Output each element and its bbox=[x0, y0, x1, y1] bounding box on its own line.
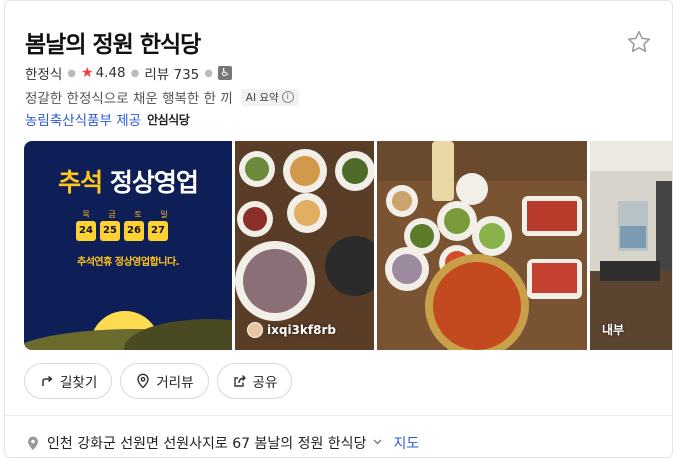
action-buttons: 길찾기 거리뷰 공유 bbox=[24, 363, 293, 399]
map-link[interactable]: 지도 bbox=[393, 433, 419, 453]
review-count[interactable]: 리뷰 735 bbox=[144, 63, 199, 83]
separator-dot: ● bbox=[67, 67, 76, 79]
rating-value: 4.48 bbox=[95, 65, 126, 81]
ai-summary-label: AI 요약 bbox=[245, 91, 279, 104]
share-label: 공유 bbox=[252, 375, 278, 391]
accessibility-icon: ♿ bbox=[218, 66, 232, 80]
promo-day-labels: 목 금 토 일 bbox=[78, 209, 172, 220]
street-view-button[interactable]: 거리뷰 bbox=[120, 363, 209, 399]
place-card: 봄날의 정원 한식당 한정식 ● ★ 4.48 ● 리뷰 735 ● ♿ 정갈한… bbox=[4, 0, 673, 458]
photo-food-2[interactable] bbox=[377, 141, 587, 350]
rating-star-icon: ★ bbox=[81, 65, 94, 81]
photo-author-label: ixqi3kf8rb bbox=[247, 322, 336, 338]
promo-subtitle: 추석연휴 정상영업합니다. bbox=[77, 257, 179, 268]
separator-dot: ● bbox=[130, 67, 140, 79]
interior-photo-graphic bbox=[590, 141, 672, 350]
food-photo-graphic bbox=[235, 141, 374, 350]
photo-gallery: 추석 정상영업 목 금 토 일 24 25 26 27 추석연휴 정상영업합니다… bbox=[24, 141, 672, 350]
ai-summary-badge[interactable]: AI 요약 i bbox=[240, 88, 299, 106]
directions-icon bbox=[42, 375, 53, 386]
category-label: 한정식 bbox=[25, 67, 63, 83]
provider-row: 농림축산식품부 제공 안심식당 bbox=[25, 109, 190, 130]
map-pin-icon bbox=[28, 436, 38, 450]
address-text[interactable]: 인천 강화군 선원면 선원사지로 67 봄날의 정원 한식당 bbox=[47, 433, 366, 453]
address-row: 인천 강화군 선원면 선원사지로 67 봄날의 정원 한식당 지도 bbox=[25, 433, 419, 453]
street-view-label: 거리뷰 bbox=[156, 375, 194, 391]
location-icon bbox=[137, 373, 149, 389]
food-photo-graphic bbox=[377, 141, 587, 350]
day-label: 토 bbox=[134, 210, 142, 219]
star-outline-icon[interactable] bbox=[626, 29, 652, 55]
promo-title: 추석 정상영업 bbox=[24, 163, 232, 199]
photo-category-label: 내부 bbox=[602, 321, 624, 338]
safe-restaurant-logo: 안심식당 bbox=[147, 112, 190, 127]
day-label: 목 bbox=[82, 210, 90, 219]
promo-days: 24 25 26 27 bbox=[76, 221, 168, 241]
promo-title-rest: 정상영업 bbox=[109, 168, 199, 197]
photo-promo[interactable]: 추석 정상영업 목 금 토 일 24 25 26 27 추석연휴 정상영업합니다… bbox=[24, 141, 232, 350]
photo-interior[interactable]: 내부 bbox=[590, 141, 672, 350]
photo-author-name: ixqi3kf8rb bbox=[267, 323, 336, 337]
place-description: 정갈한 한정식으로 채운 행복한 한 끼 AI 요약 i bbox=[25, 87, 299, 107]
place-meta: 한정식 ● ★ 4.48 ● 리뷰 735 ● ♿ bbox=[25, 63, 232, 83]
provider-link[interactable]: 농림축산식품부 제공 bbox=[25, 109, 141, 129]
share-button[interactable]: 공유 bbox=[216, 363, 293, 399]
day-label: 일 bbox=[160, 210, 168, 219]
chevron-down-icon[interactable] bbox=[372, 436, 383, 450]
info-icon[interactable]: i bbox=[281, 91, 294, 103]
photo-category-name: 내부 bbox=[602, 323, 625, 337]
photo-food-1[interactable]: ixqi3kf8rb bbox=[235, 141, 374, 350]
share-icon bbox=[233, 375, 246, 387]
day-box: 26 bbox=[124, 221, 144, 241]
day-label: 금 bbox=[108, 210, 116, 219]
day-box: 27 bbox=[148, 221, 168, 241]
promo-title-highlight: 추석 bbox=[58, 168, 103, 197]
description-text: 정갈한 한정식으로 채운 행복한 한 끼 bbox=[25, 91, 233, 107]
directions-label: 길찾기 bbox=[60, 375, 98, 391]
avatar bbox=[247, 322, 263, 338]
place-title[interactable]: 봄날의 정원 한식당 bbox=[25, 25, 201, 59]
day-box: 25 bbox=[100, 221, 120, 241]
day-box: 24 bbox=[76, 221, 96, 241]
separator-dot: ● bbox=[204, 67, 213, 79]
directions-button[interactable]: 길찾기 bbox=[24, 363, 113, 399]
divider bbox=[5, 415, 672, 416]
